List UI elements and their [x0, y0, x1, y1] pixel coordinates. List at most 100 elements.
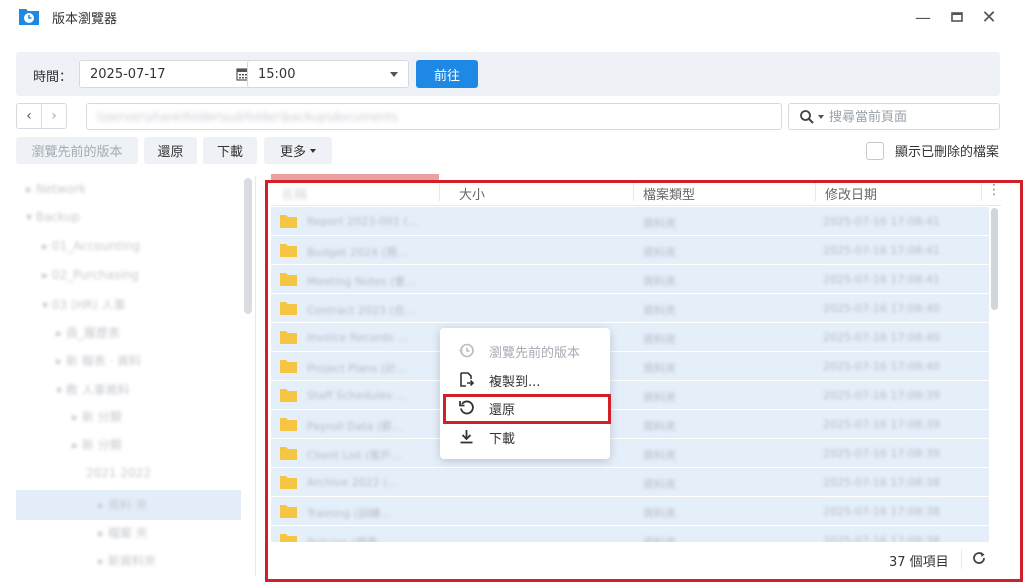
- more-label: 更多: [279, 145, 306, 160]
- folder-icon: [280, 418, 297, 431]
- table-row[interactable]: Contract 2023 (合... 資料夾 2025-07-16 17:08…: [271, 294, 989, 323]
- hour-select[interactable]: 15:00: [247, 60, 409, 88]
- minimize-button[interactable]: —: [912, 6, 934, 28]
- table-row[interactable]: Staff Schedules ... 資料夾 2025-07-16 17:08…: [271, 381, 989, 410]
- folder-tree: ▸ Network ▾ Backup ▸ 01_Accounting ▸ 02_…: [16, 176, 252, 576]
- tree-item[interactable]: ▾ Backup: [26, 210, 80, 238]
- table-row[interactable]: Policies (規章... 資料夾 2025-07-16 17:08:38: [271, 526, 989, 542]
- menu-item-restore[interactable]: 還原: [440, 393, 610, 421]
- chevron-down-icon[interactable]: [818, 115, 824, 119]
- cell-type: 資料夾: [643, 507, 676, 520]
- menu-item-download[interactable]: 下載: [440, 422, 610, 450]
- cell-type: 資料夾: [643, 217, 676, 230]
- cell-type: 資料夾: [643, 333, 676, 346]
- search-box[interactable]: [788, 103, 1000, 130]
- cell-name: Meeting Notes (會...: [307, 275, 416, 288]
- chevron-down-icon: [390, 72, 398, 77]
- tree-item-selected[interactable]: ▸ 資料 夾: [98, 496, 148, 524]
- maximize-icon: [951, 12, 963, 22]
- table-row[interactable]: Budget 2024 (預... 資料夾 2025-07-16 17:08:4…: [271, 236, 989, 265]
- cell-name: Report 2023-001 (...: [307, 215, 419, 228]
- tree-item[interactable]: ▾ 03 (HR) 人事: [42, 296, 125, 324]
- cell-date: 2025-07-16 17:08:40: [823, 331, 940, 344]
- browse-previous-versions-button[interactable]: 瀏覽先前的版本: [16, 137, 138, 164]
- column-divider[interactable]: [439, 183, 440, 201]
- folder-icon: [280, 360, 297, 373]
- cell-type: 資料夾: [643, 478, 676, 491]
- search-icon[interactable]: [799, 109, 815, 125]
- menu-item-browse-previous-versions[interactable]: 瀏覽先前的版本: [440, 336, 610, 364]
- path-field[interactable]: \\server\share\folder\subfolder\backup\d…: [86, 103, 782, 130]
- column-header-row: 名稱 大小 檔案類型 修改日期 ⋮: [271, 178, 1001, 206]
- tree-item[interactable]: ▸ 新 分類: [72, 408, 122, 436]
- tree-item[interactable]: ▸ 新資料夾: [98, 552, 156, 576]
- table-row[interactable]: Payroll Data (薪... 資料夾 2025-07-16 17:08:…: [271, 410, 989, 439]
- menu-item-label: 還原: [489, 403, 516, 418]
- column-header-type[interactable]: 檔案類型: [643, 184, 695, 203]
- refresh-icon[interactable]: [971, 550, 987, 566]
- version-browser-app-icon: [19, 9, 39, 25]
- tree-item[interactable]: 2021 2022: [86, 466, 151, 494]
- file-list-scrollbar[interactable]: [991, 208, 998, 310]
- tree-item[interactable]: ▸ 員_履歷表: [56, 324, 120, 352]
- tree-item[interactable]: ▸ 新 報表 · 資料: [56, 352, 141, 380]
- sort-indicator: [271, 174, 439, 182]
- table-row[interactable]: Project Plans (計... 資料夾 2025-07-16 17:08…: [271, 352, 989, 381]
- show-deleted-toggle[interactable]: 顯示已刪除的檔案: [866, 141, 999, 160]
- tree-item[interactable]: ▸ Network: [26, 182, 86, 210]
- column-header-size[interactable]: 大小: [459, 184, 485, 203]
- table-row[interactable]: Report 2023-001 (... 資料夾 2025-07-16 17:0…: [271, 207, 989, 236]
- context-menu: 瀏覽先前的版本 複製到... 還原 下載: [440, 328, 610, 459]
- cell-date: 2025-07-16 17:08:38: [823, 534, 940, 542]
- column-divider[interactable]: [815, 183, 816, 201]
- date-picker[interactable]: 2025-07-17: [79, 60, 259, 88]
- cell-date: 2025-07-16 17:08:38: [823, 476, 940, 489]
- cell-type: 資料夾: [643, 449, 676, 462]
- menu-item-label: 瀏覽先前的版本: [489, 346, 581, 361]
- table-row[interactable]: Archive 2022 (... 資料夾 2025-07-16 17:08:3…: [271, 468, 989, 497]
- file-list: 名稱 大小 檔案類型 修改日期 ⋮ Report 2023-001 (... 資…: [271, 174, 1001, 576]
- cell-type: 資料夾: [643, 391, 676, 404]
- cell-name: Project Plans (計...: [307, 362, 407, 375]
- column-menu-icon[interactable]: ⋮: [987, 182, 1001, 198]
- cell-type: 資料夾: [643, 362, 676, 375]
- folder-icon: [280, 447, 297, 460]
- tree-item[interactable]: ▸ 檔案 夾: [98, 524, 148, 552]
- go-button[interactable]: 前往: [416, 60, 478, 88]
- tree-item[interactable]: ▸ 01_Accounting: [42, 239, 140, 267]
- pane-divider[interactable]: [255, 176, 256, 576]
- menu-item-label: 複製到...: [489, 375, 541, 390]
- tree-item[interactable]: ▸ 新 分類: [72, 436, 122, 464]
- chevron-down-icon: [310, 148, 316, 153]
- folder-icon: [280, 505, 297, 518]
- cell-type: 資料夾: [643, 304, 676, 317]
- cell-name: Client List (客戶...: [307, 449, 402, 462]
- toolbar: 瀏覽先前的版本 還原 下載 更多 顯示已刪除的檔案: [16, 137, 1000, 165]
- tree-scrollbar[interactable]: [244, 178, 252, 314]
- tree-item[interactable]: ▸ 02_Purchasing: [42, 268, 139, 296]
- back-button[interactable]: ‹: [16, 103, 42, 129]
- menu-item-copy-to[interactable]: 複製到...: [440, 365, 610, 393]
- table-row[interactable]: Meeting Notes (會... 資料夾 2025-07-16 17:08…: [271, 265, 989, 294]
- search-input[interactable]: [829, 108, 989, 126]
- table-row[interactable]: Client List (客戶... 資料夾 2025-07-16 17:08:…: [271, 439, 989, 468]
- download-button[interactable]: 下載: [203, 137, 257, 164]
- column-header-name[interactable]: 名稱: [281, 184, 307, 203]
- column-header-modified-date[interactable]: 修改日期: [825, 184, 877, 203]
- column-divider[interactable]: [633, 183, 634, 201]
- window-title: 版本瀏覽器: [52, 12, 118, 27]
- cell-name: Staff Schedules ...: [307, 389, 407, 402]
- column-divider[interactable]: [981, 183, 982, 201]
- more-button[interactable]: 更多: [264, 137, 332, 164]
- cell-date: 2025-07-16 17:08:38: [823, 505, 940, 518]
- cell-date: 2025-07-16 17:08:41: [823, 273, 940, 286]
- maximize-button[interactable]: [946, 6, 968, 28]
- table-row[interactable]: Invoice Records ... 資料夾 2025-07-16 17:08…: [271, 323, 989, 352]
- restore-button[interactable]: 還原: [144, 137, 197, 164]
- forward-button[interactable]: ›: [41, 103, 67, 129]
- close-button[interactable]: ✕: [978, 6, 1000, 28]
- cell-date: 2025-07-16 17:08:39: [823, 418, 940, 431]
- table-row[interactable]: Training (訓練... 資料夾 2025-07-16 17:08:38: [271, 497, 989, 526]
- show-deleted-checkbox[interactable]: [866, 141, 884, 160]
- tree-item[interactable]: ▾ 教 人事資料: [56, 381, 130, 409]
